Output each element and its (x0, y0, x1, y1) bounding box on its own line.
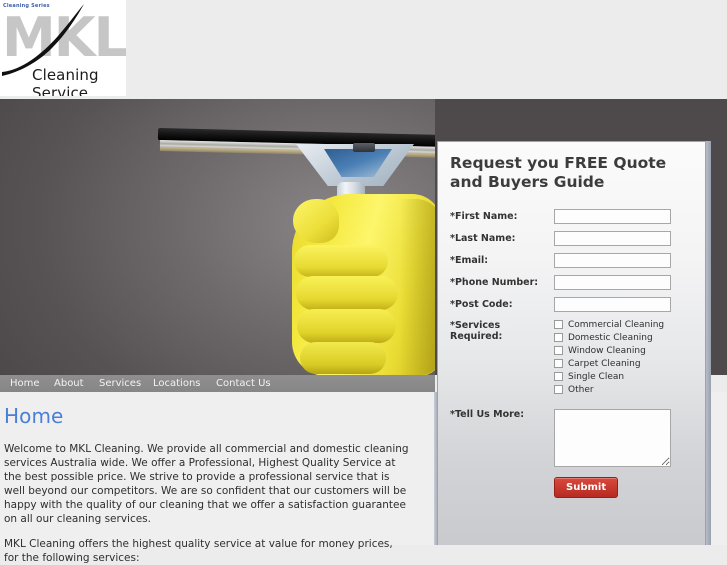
checkbox-window-cleaning[interactable] (554, 346, 563, 355)
service-option-commercial-cleaning[interactable]: Commercial Cleaning (554, 319, 664, 330)
intro-paragraph-1: Welcome to MKL Cleaning. We provide all … (4, 443, 409, 525)
glove-thumb (293, 199, 339, 243)
checkbox-other[interactable] (554, 385, 563, 394)
field-row-email: *Email: (450, 253, 691, 268)
main-navigation: Home About Services Locations Contact Us (0, 375, 435, 392)
email-label: *Email: (450, 255, 489, 266)
service-label-single-clean: Single Clean (568, 371, 625, 382)
first-name-label: *First Name: (450, 211, 518, 222)
quote-request-form: Request you FREE Quote and Buyers Guide … (437, 141, 706, 545)
page-root: Cleaning Series MKL Cleaning Service Hom… (0, 0, 727, 564)
quote-panel-edge (706, 141, 711, 545)
phone-number-input[interactable] (554, 275, 671, 290)
site-logo[interactable]: Cleaning Series MKL Cleaning Service (0, 0, 126, 96)
nav-item-about[interactable]: About (54, 375, 84, 392)
service-option-carpet-cleaning[interactable]: Carpet Cleaning (554, 358, 664, 369)
post-code-label: *Post Code: (450, 299, 513, 310)
glove-finger-2 (296, 276, 398, 310)
nav-item-contact-us[interactable]: Contact Us (216, 375, 271, 392)
field-row-services-required: *Services Required: Commercial Cleaning … (450, 319, 691, 395)
service-option-single-clean[interactable]: Single Clean (554, 371, 664, 382)
service-option-other[interactable]: Other (554, 384, 664, 395)
nav-item-locations[interactable]: Locations (153, 375, 201, 392)
services-required-label: *Services Required: (450, 320, 503, 342)
checkbox-single-clean[interactable] (554, 372, 563, 381)
quote-form-title: Request you FREE Quote and Buyers Guide (450, 154, 667, 191)
nav-item-home[interactable]: Home (10, 375, 40, 392)
submit-button[interactable]: Submit (554, 477, 619, 498)
service-option-domestic-cleaning[interactable]: Domestic Cleaning (554, 332, 664, 343)
tell-us-more-textarea[interactable] (554, 409, 671, 467)
site-header: Cleaning Series MKL Cleaning Service (0, 0, 727, 99)
checkbox-domestic-cleaning[interactable] (554, 333, 563, 342)
last-name-input[interactable] (554, 231, 671, 246)
service-label-domestic-cleaning: Domestic Cleaning (568, 332, 653, 343)
field-row-first-name: *First Name: (450, 209, 691, 224)
email-input[interactable] (554, 253, 671, 268)
checkbox-commercial-cleaning[interactable] (554, 320, 563, 329)
main-content: Home Welcome to MKL Cleaning. We provide… (0, 392, 437, 564)
post-code-input[interactable] (554, 297, 671, 312)
checkbox-carpet-cleaning[interactable] (554, 359, 563, 368)
nav-item-services[interactable]: Services (99, 375, 141, 392)
glove-finger-3 (297, 309, 396, 343)
service-label-carpet-cleaning: Carpet Cleaning (568, 358, 641, 369)
tell-us-more-label: *Tell Us More: (450, 409, 525, 420)
service-label-other: Other (568, 384, 594, 395)
service-label-window-cleaning: Window Cleaning (568, 345, 646, 356)
phone-number-label: *Phone Number: (450, 277, 539, 288)
hero-image-squeegee (0, 99, 435, 375)
glove-finger-1 (294, 245, 388, 277)
first-name-input[interactable] (554, 209, 671, 224)
field-row-phone-number: *Phone Number: (450, 275, 691, 290)
logo-subtitle: Cleaning Service (32, 66, 99, 96)
glove-shading (400, 199, 435, 375)
squeegee-clip (353, 143, 375, 152)
field-row-tell-us-more: *Tell Us More: (450, 409, 691, 467)
service-label-commercial-cleaning: Commercial Cleaning (568, 319, 665, 330)
field-row-last-name: *Last Name: (450, 231, 691, 246)
glove-finger-4 (300, 342, 386, 374)
submit-row: Submit (450, 475, 691, 498)
service-option-window-cleaning[interactable]: Window Cleaning (554, 345, 664, 356)
services-checkbox-group: Commercial Cleaning Domestic Cleaning Wi… (554, 319, 664, 395)
last-name-label: *Last Name: (450, 233, 516, 244)
intro-paragraph-2: MKL Cleaning offers the highest quality … (4, 538, 393, 564)
page-title: Home (4, 404, 64, 428)
field-row-post-code: *Post Code: (450, 297, 691, 312)
